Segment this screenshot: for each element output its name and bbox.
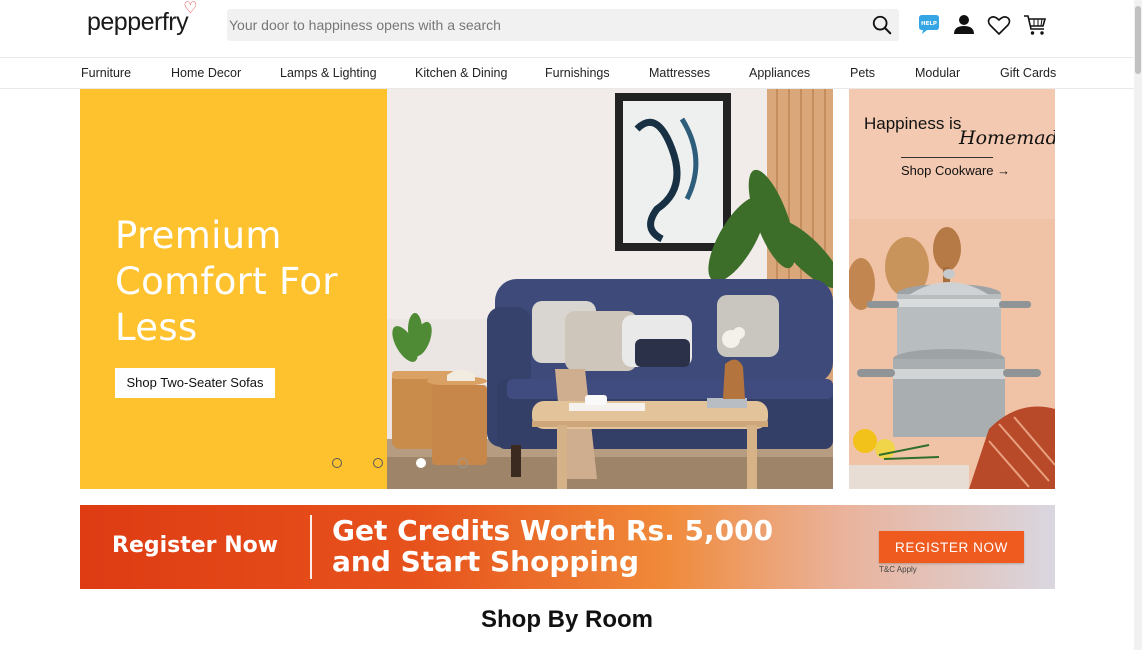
side-banner-divider	[901, 157, 993, 158]
scrollbar-thumb[interactable]	[1135, 6, 1141, 74]
shop-two-seater-sofas-button[interactable]: Shop Two-Seater Sofas	[115, 368, 275, 398]
carousel-dots	[332, 458, 482, 470]
carousel-dot-4[interactable]	[458, 458, 468, 468]
terms-apply-text: T&C Apply	[879, 565, 917, 574]
carousel-dot-3[interactable]	[416, 458, 426, 468]
cookware-promo-banner[interactable]: Happiness is Homemade Shop Cookware →	[849, 89, 1055, 489]
nav-item-furniture[interactable]: Furniture	[81, 66, 131, 80]
nav-item-mattresses[interactable]: Mattresses	[649, 66, 710, 80]
hero-sofa-image	[387, 89, 833, 489]
wishlist-heart-icon[interactable]	[986, 12, 1012, 38]
side-banner-title-script: Homemade	[959, 127, 1055, 149]
hero-carousel[interactable]: Premium Comfort For Less Shop Two-Seater…	[80, 89, 833, 489]
cart-icon[interactable]	[1022, 12, 1048, 38]
register-now-label: Register Now	[112, 533, 279, 558]
page-scrollbar[interactable]	[1134, 0, 1142, 650]
help-icon[interactable]: HELP	[916, 12, 942, 38]
side-banner-title: Happiness is	[864, 114, 962, 133]
nav-item-pets[interactable]: Pets	[850, 66, 875, 80]
pepperfry-logo[interactable]: pepperfry ♡	[87, 0, 198, 37]
search-icon[interactable]	[871, 14, 893, 36]
logo-text: pepperfry	[87, 8, 189, 36]
help-badge-text: HELP	[921, 21, 937, 27]
nav-item-gift-cards[interactable]: Gift Cards	[1000, 66, 1056, 80]
search-bar	[227, 9, 899, 41]
nav-item-furnishings[interactable]: Furnishings	[545, 66, 610, 80]
nav-item-home-decor[interactable]: Home Decor	[171, 66, 241, 80]
logo-heart-icon: ♡	[183, 0, 198, 17]
register-headline-line-2: and Start Shopping	[332, 545, 640, 578]
nav-item-appliances[interactable]: Appliances	[749, 66, 810, 80]
cookware-image	[849, 219, 1055, 489]
nav-item-modular[interactable]: Modular	[915, 66, 960, 80]
register-banner-divider	[310, 515, 312, 579]
register-now-button[interactable]: REGISTER NOW	[879, 531, 1024, 563]
register-headline-line-1: Get Credits Worth Rs. 5,000	[332, 514, 774, 547]
search-input[interactable]	[227, 9, 857, 41]
carousel-dot-2[interactable]	[373, 458, 383, 468]
shop-cookware-link[interactable]: Shop Cookware →	[901, 163, 1010, 178]
hero-text-panel: Premium Comfort For Less Shop Two-Seater…	[80, 89, 387, 489]
nav-item-lamps-lighting[interactable]: Lamps & Lighting	[280, 66, 377, 80]
hero-title: Premium Comfort For Less	[115, 214, 338, 349]
register-headline: Get Credits Worth Rs. 5,000 and Start Sh…	[332, 515, 773, 577]
user-icon[interactable]	[951, 12, 977, 38]
carousel-dot-1[interactable]	[332, 458, 342, 468]
nav-item-kitchen-dining[interactable]: Kitchen & Dining	[415, 66, 507, 80]
category-nav: Furniture Home Decor Lamps & Lighting Ki…	[0, 57, 1134, 89]
shop-by-room-heading: Shop By Room	[481, 606, 653, 633]
register-promo-banner[interactable]: Register Now Get Credits Worth Rs. 5,000…	[80, 505, 1055, 589]
site-header: pepperfry ♡ HELP	[0, 0, 1134, 57]
